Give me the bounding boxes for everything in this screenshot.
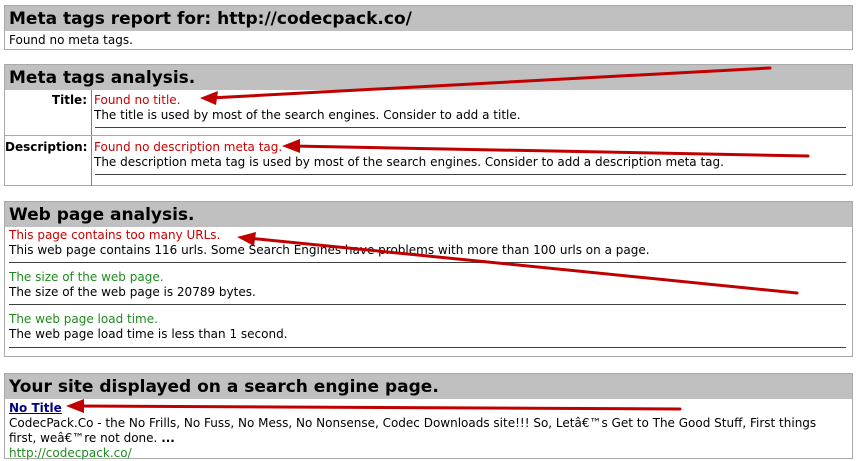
analysis-value-title: Found no title. The title is used by mos…	[94, 93, 848, 123]
webpage-detail-size: The size of the web page is 20789 bytes.	[9, 285, 256, 299]
webpage-rule	[9, 347, 846, 348]
meta-analysis-panel: Meta tags analysis. Title: Found no titl…	[4, 64, 853, 186]
webpage-analysis-header: Web page analysis.	[5, 202, 852, 227]
meta-analysis-header: Meta tags analysis.	[5, 65, 852, 90]
webpage-status-size: The size of the web page.	[9, 270, 164, 284]
analysis-rule	[95, 174, 846, 175]
serp-ellipsis: ...	[161, 431, 175, 445]
analysis-divider	[91, 90, 92, 135]
serp-url: http://codecpack.co/	[9, 446, 132, 460]
webpage-rule	[9, 304, 846, 305]
webpage-detail-urls: This web page contains 116 urls. Some Se…	[9, 243, 650, 257]
serp-snippet: CodecPack.Co - the No Frills, No Fuss, N…	[9, 416, 817, 445]
meta-report-message: Found no meta tags.	[9, 33, 133, 47]
webpage-item-urls: This page contains too many URLs. This w…	[9, 228, 848, 258]
webpage-rule	[9, 262, 846, 263]
analysis-divider	[91, 136, 92, 186]
webpage-detail-loadtime: The web page load time is less than 1 se…	[9, 327, 288, 341]
analysis-status-description: Found no description meta tag.	[94, 140, 283, 154]
meta-report-header: Meta tags report for: http://codecpack.c…	[5, 6, 852, 31]
serp-preview-header: Your site displayed on a search engine p…	[5, 374, 852, 399]
meta-report-panel: Meta tags report for: http://codecpack.c…	[4, 5, 853, 50]
analysis-status-title: Found no title.	[94, 93, 181, 107]
serp-snippet-block: CodecPack.Co - the No Frills, No Fuss, N…	[9, 416, 842, 446]
analysis-row-title: Title: Found no title. The title is used…	[5, 90, 852, 135]
analysis-value-description: Found no description meta tag. The descr…	[94, 140, 848, 170]
webpage-item-loadtime: The web page load time. The web page loa…	[9, 312, 848, 342]
webpage-analysis-panel: Web page analysis. This page contains to…	[4, 201, 853, 357]
serp-result: No Title CodecPack.Co - the No Frills, N…	[9, 401, 842, 461]
serp-preview-panel: Your site displayed on a search engine p…	[4, 373, 853, 461]
analysis-detail-title: The title is used by most of the search …	[94, 108, 521, 122]
analysis-label-description: Description:	[5, 140, 88, 154]
serp-title-link[interactable]: No Title	[9, 401, 62, 415]
webpage-status-urls: This page contains too many URLs.	[9, 228, 221, 242]
webpage-item-size: The size of the web page. The size of th…	[9, 270, 848, 300]
analysis-row-description: Description: Found no description meta t…	[5, 136, 852, 186]
analysis-label-title: Title:	[51, 93, 87, 107]
analysis-detail-description: The description meta tag is used by most…	[94, 155, 724, 169]
analysis-rule	[95, 127, 846, 128]
webpage-status-loadtime: The web page load time.	[9, 312, 158, 326]
